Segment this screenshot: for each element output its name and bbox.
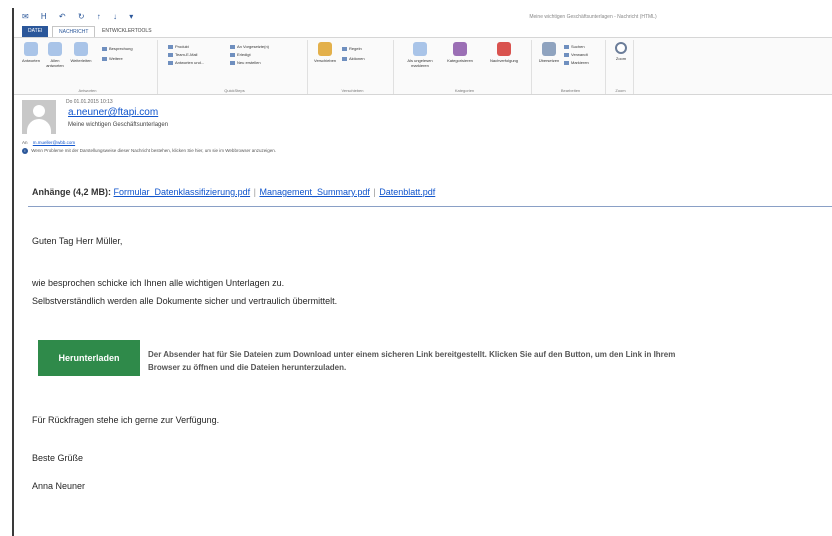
zoom-button[interactable]: Zoom: [610, 42, 632, 61]
recipient-link[interactable]: m.mueller@wbb.com: [33, 140, 75, 145]
group-antworten: Antworten Allen antworten Weiterleiten B…: [18, 40, 158, 94]
attachment-link[interactable]: Formular_Datenklassifizierung.pdf: [114, 187, 251, 197]
meeting-button[interactable]: Besprechung: [102, 46, 133, 51]
tab-file[interactable]: DATEI: [22, 26, 49, 37]
group-label-antworten: Antworten: [78, 88, 97, 93]
actions-button[interactable]: Aktionen: [342, 56, 365, 61]
reply-icon: [24, 42, 38, 56]
download-description: Der Absender hat für Sie Dateien zum Dow…: [148, 350, 676, 372]
message-header: Do 01.01.2015 10:13 a.neuner@ftapi.com M…: [14, 96, 832, 164]
info-bar[interactable]: i Wenn Probleme mit der Darstellungsweis…: [22, 148, 276, 154]
signature: Anna Neuner: [32, 481, 86, 491]
reply-all-icon: [48, 42, 62, 56]
divider: [28, 206, 832, 207]
group-label-zoom: Zoom: [615, 88, 626, 93]
move-button[interactable]: Verschieben: [314, 42, 336, 63]
greeting: Guten Tag Herr Müller,: [32, 236, 123, 246]
group-label-bearbeiten: Bearbeiten: [560, 88, 581, 93]
magnifier-icon: [615, 42, 627, 54]
group-label-verschieben: Verschieben: [341, 88, 364, 93]
subject: Meine wichtigen Geschäftsunterlagen: [68, 122, 169, 128]
group-quicksteps: Produkt Team-E-Mail Antworten und... An …: [162, 40, 308, 94]
forward-icon: [74, 42, 88, 56]
categorize-button[interactable]: Kategorisieren: [442, 42, 478, 63]
info-icon: i: [22, 148, 28, 154]
body-line: Für Rückfragen stehe ich gerne zur Verfü…: [32, 415, 220, 425]
group-bearbeiten: Übersetzen Suchen Verwandt Markieren Bea…: [536, 40, 606, 94]
to-label: An: [22, 140, 28, 145]
group-label-quicksteps: QuickSteps: [224, 88, 245, 93]
message-window: ✉ H ↶ ↻ ↑ ↓ ▾ Meine wichtigen Geschäftsu…: [12, 8, 832, 536]
translate-icon: [542, 42, 556, 56]
group-verschieben: Verschieben Regeln Aktionen Verschieben: [312, 40, 394, 94]
body-line: wie besprochen schicke ich Ihnen alle wi…: [32, 278, 285, 288]
ribbon: Antworten Allen antworten Weiterleiten B…: [14, 37, 832, 95]
flag-icon: [497, 42, 511, 56]
info-text: Wenn Probleme mit der Darstellungsweise …: [31, 148, 276, 154]
categorize-icon: [453, 42, 467, 56]
tab-message[interactable]: NACHRICHT: [52, 26, 96, 37]
attachments-label: Anhänge (4,2 MB):: [32, 187, 112, 197]
closing: Beste Grüße: [32, 453, 84, 463]
attachments: Anhänge (4,2 MB): Formular_Datenklassifi…: [32, 187, 435, 197]
move-icon: [318, 42, 332, 56]
quickstep-create-new[interactable]: Neu erstellen: [230, 60, 261, 65]
sender-link[interactable]: a.neuner@ftapi.com: [68, 107, 158, 118]
sent-date: Do 01.01.2015 10:13: [66, 99, 113, 105]
more-button[interactable]: Weitere: [102, 56, 123, 61]
body-line: Selbstverständlich werden alle Dokumente…: [32, 296, 338, 306]
download-button[interactable]: Herunterladen: [38, 340, 140, 376]
rules-button[interactable]: Regeln: [342, 46, 362, 51]
separator: |: [253, 187, 256, 197]
attachment-link[interactable]: Management_Summary.pdf: [259, 187, 369, 197]
quickstep-done[interactable]: Erledigt: [230, 52, 251, 57]
attachment-link[interactable]: Datenblatt.pdf: [379, 187, 435, 197]
reply-button[interactable]: Antworten: [20, 42, 42, 63]
group-label-kategorien: Kategorien: [454, 88, 475, 93]
quickstep-reply-and[interactable]: Antworten und...: [168, 60, 204, 65]
related-button[interactable]: Verwandt: [564, 52, 588, 57]
group-zoom: Zoom Zoom: [608, 40, 634, 94]
follow-up-button[interactable]: Nachverfolgung: [484, 42, 524, 63]
avatar: [22, 100, 56, 134]
recipient-row: An m.mueller@wbb.com: [22, 140, 75, 145]
title-bar: ✉ H ↶ ↻ ↑ ↓ ▾ Meine wichtigen Geschäftsu…: [14, 8, 832, 26]
quickstep-to-manager[interactable]: An Vorgesetzte(n): [230, 44, 269, 49]
mark-unread-button[interactable]: Als ungelesen markieren: [402, 42, 438, 68]
envelope-icon: [413, 42, 427, 56]
tab-developer-tools[interactable]: ENTWICKLERTOOLS: [96, 26, 158, 37]
ribbon-tabs: DATEI NACHRICHT ENTWICKLERTOOLS: [14, 26, 832, 37]
separator: |: [373, 187, 376, 197]
reply-all-button[interactable]: Allen antworten: [44, 42, 66, 68]
forward-button[interactable]: Weiterleiten: [70, 42, 92, 63]
find-button[interactable]: Suchen: [564, 44, 585, 49]
translate-button[interactable]: Übersetzen: [538, 42, 560, 63]
group-kategorien: Als ungelesen markieren Kategorisieren N…: [398, 40, 532, 94]
quickstep-product[interactable]: Produkt: [168, 44, 189, 49]
select-button[interactable]: Markieren: [564, 60, 589, 65]
window-title: Meine wichtigen Geschäftsunterlagen - Na…: [529, 14, 657, 20]
quickstep-team-email[interactable]: Team-E-Mail: [168, 52, 197, 57]
